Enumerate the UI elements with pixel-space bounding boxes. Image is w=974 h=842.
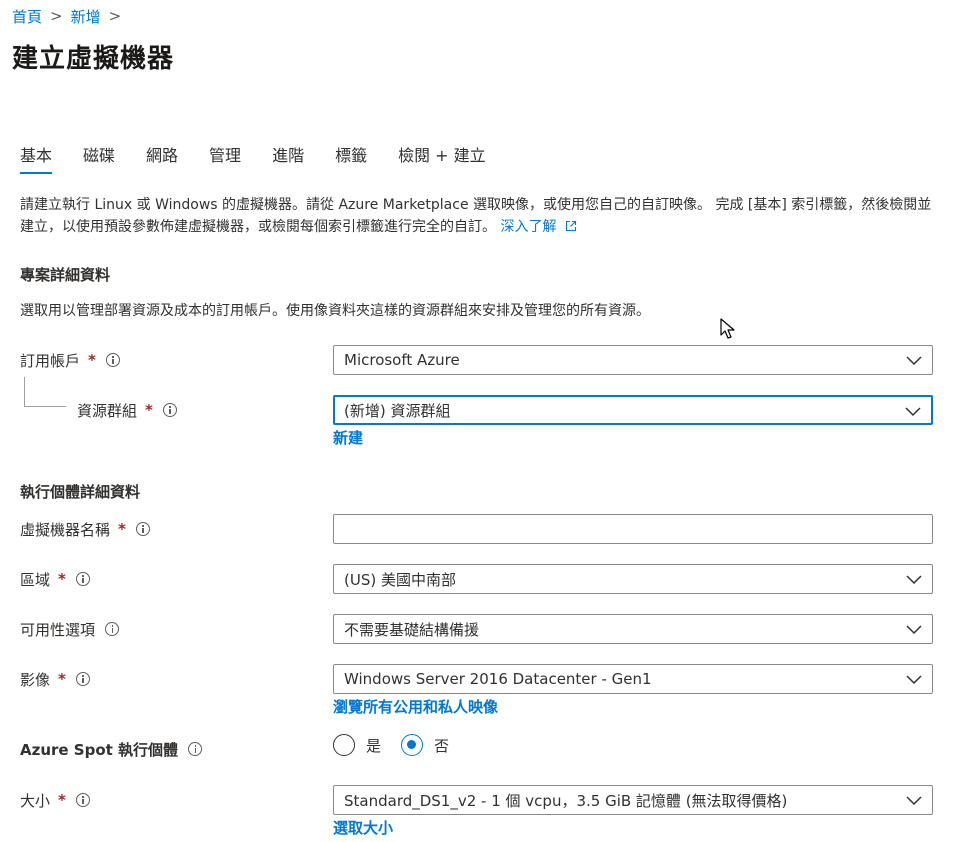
size-label: 大小 * (20, 785, 90, 815)
resource-group-label: 資源群組 * (77, 395, 177, 425)
spot-yes-radio[interactable] (333, 734, 355, 756)
info-icon[interactable] (75, 572, 90, 586)
learn-more-link[interactable]: 深入了解 (500, 219, 576, 235)
project-details-heading: 專案詳細資料 (20, 266, 111, 284)
breadcrumb-separator: > (50, 7, 63, 25)
create-new-resource-group-link[interactable]: 新建 (333, 427, 363, 448)
learn-more-label: 深入了解 (500, 219, 557, 235)
spot-radio-group: 是 否 (333, 733, 469, 757)
info-icon[interactable] (188, 742, 203, 756)
breadcrumb-separator: > (108, 7, 122, 25)
tab-bar: 基本 磁碟 網路 管理 進階 標籤 檢閱 + 建立 (20, 144, 517, 176)
subscription-value: Microsoft Azure (344, 351, 460, 369)
region-label-text: 區域 (20, 570, 51, 589)
region-value: (US) 美國中南部 (344, 570, 456, 589)
tab-networking[interactable]: 網路 (146, 144, 178, 176)
tab-disks[interactable]: 磁碟 (83, 144, 115, 176)
region-label: 區域 * (20, 564, 90, 594)
chevron-down-icon (906, 796, 922, 806)
mouse-cursor-icon (720, 318, 735, 339)
chevron-down-icon (905, 407, 921, 417)
size-dropdown[interactable]: Standard_DS1_v2 - 1 個 vcpu，3.5 GiB 記憶體 (… (333, 785, 933, 815)
spot-label-text: Azure Spot 執行個體 (20, 740, 179, 759)
resource-group-dropdown[interactable]: (新增) 資源群組 (333, 395, 933, 425)
vm-name-label-text: 虛擬機器名稱 (20, 520, 111, 539)
spot-yes-label[interactable]: 是 (366, 735, 381, 756)
subscription-label-text: 訂用帳戶 (20, 351, 81, 370)
tab-basics[interactable]: 基本 (20, 144, 53, 176)
vm-name-input[interactable] (333, 514, 933, 544)
availability-label-text: 可用性選項 (20, 620, 96, 639)
info-icon[interactable] (105, 622, 120, 636)
chevron-down-icon (906, 575, 922, 585)
subscription-dropdown[interactable]: Microsoft Azure (333, 345, 933, 375)
region-dropdown[interactable]: (US) 美國中南部 (333, 564, 933, 594)
tab-tags[interactable]: 標籤 (335, 144, 367, 176)
tree-connector (24, 377, 66, 407)
availability-dropdown[interactable]: 不需要基礎結構備援 (333, 614, 933, 644)
page-title: 建立虛擬機器 (12, 44, 175, 74)
size-label-text: 大小 (20, 791, 51, 810)
tab-management[interactable]: 管理 (209, 144, 241, 176)
spot-no-radio[interactable] (401, 734, 424, 756)
browse-images-link[interactable]: 瀏覽所有公用和私人映像 (333, 696, 498, 717)
vm-name-label: 虛擬機器名稱 * (20, 514, 150, 544)
required-mark: * (118, 520, 126, 538)
availability-value: 不需要基礎結構備援 (344, 620, 480, 639)
subscription-label: 訂用帳戶 * (20, 345, 120, 375)
size-value: Standard_DS1_v2 - 1 個 vcpu，3.5 GiB 記憶體 (… (344, 791, 788, 810)
chevron-down-icon (906, 356, 922, 366)
availability-label: 可用性選項 (20, 614, 120, 644)
intro-text: 請建立執行 Linux 或 Windows 的虛擬機器。請從 Azure Mar… (20, 194, 935, 238)
tab-review-create[interactable]: 檢閱 + 建立 (398, 144, 486, 176)
required-mark: * (58, 791, 66, 809)
image-label-text: 影像 (20, 670, 51, 689)
resource-group-label-text: 資源群組 (77, 401, 138, 420)
info-icon[interactable] (75, 672, 90, 686)
info-icon[interactable] (105, 353, 120, 367)
breadcrumb-new-link[interactable]: 新增 (71, 6, 101, 27)
chevron-down-icon (906, 625, 922, 635)
resource-group-value: (新增) 資源群組 (344, 401, 451, 420)
project-details-description: 選取用以管理部署資源及成本的訂用帳戶。使用像資料夾這樣的資源群組來安排及管理您的… (20, 303, 650, 319)
required-mark: * (58, 570, 66, 588)
breadcrumb: 首頁 > 新增 > (12, 6, 129, 26)
image-value: Windows Server 2016 Datacenter - Gen1 (344, 670, 652, 688)
required-mark: * (145, 401, 153, 419)
image-dropdown[interactable]: Windows Server 2016 Datacenter - Gen1 (333, 664, 933, 694)
required-mark: * (88, 351, 96, 369)
breadcrumb-home-link[interactable]: 首頁 (12, 6, 42, 27)
external-link-icon (565, 220, 576, 232)
image-label: 影像 * (20, 664, 90, 694)
spot-no-label[interactable]: 否 (434, 735, 449, 756)
info-icon[interactable] (75, 793, 90, 807)
spot-label: Azure Spot 執行個體 (20, 734, 203, 764)
required-mark: * (58, 670, 66, 688)
tab-advanced[interactable]: 進階 (272, 144, 304, 176)
select-size-link[interactable]: 選取大小 (333, 817, 393, 838)
intro-description: 請建立執行 Linux 或 Windows 的虛擬機器。請從 Azure Mar… (20, 197, 932, 235)
info-icon[interactable] (162, 403, 177, 417)
info-icon[interactable] (135, 522, 150, 536)
chevron-down-icon (906, 675, 922, 685)
instance-details-heading: 執行個體詳細資料 (20, 483, 141, 501)
